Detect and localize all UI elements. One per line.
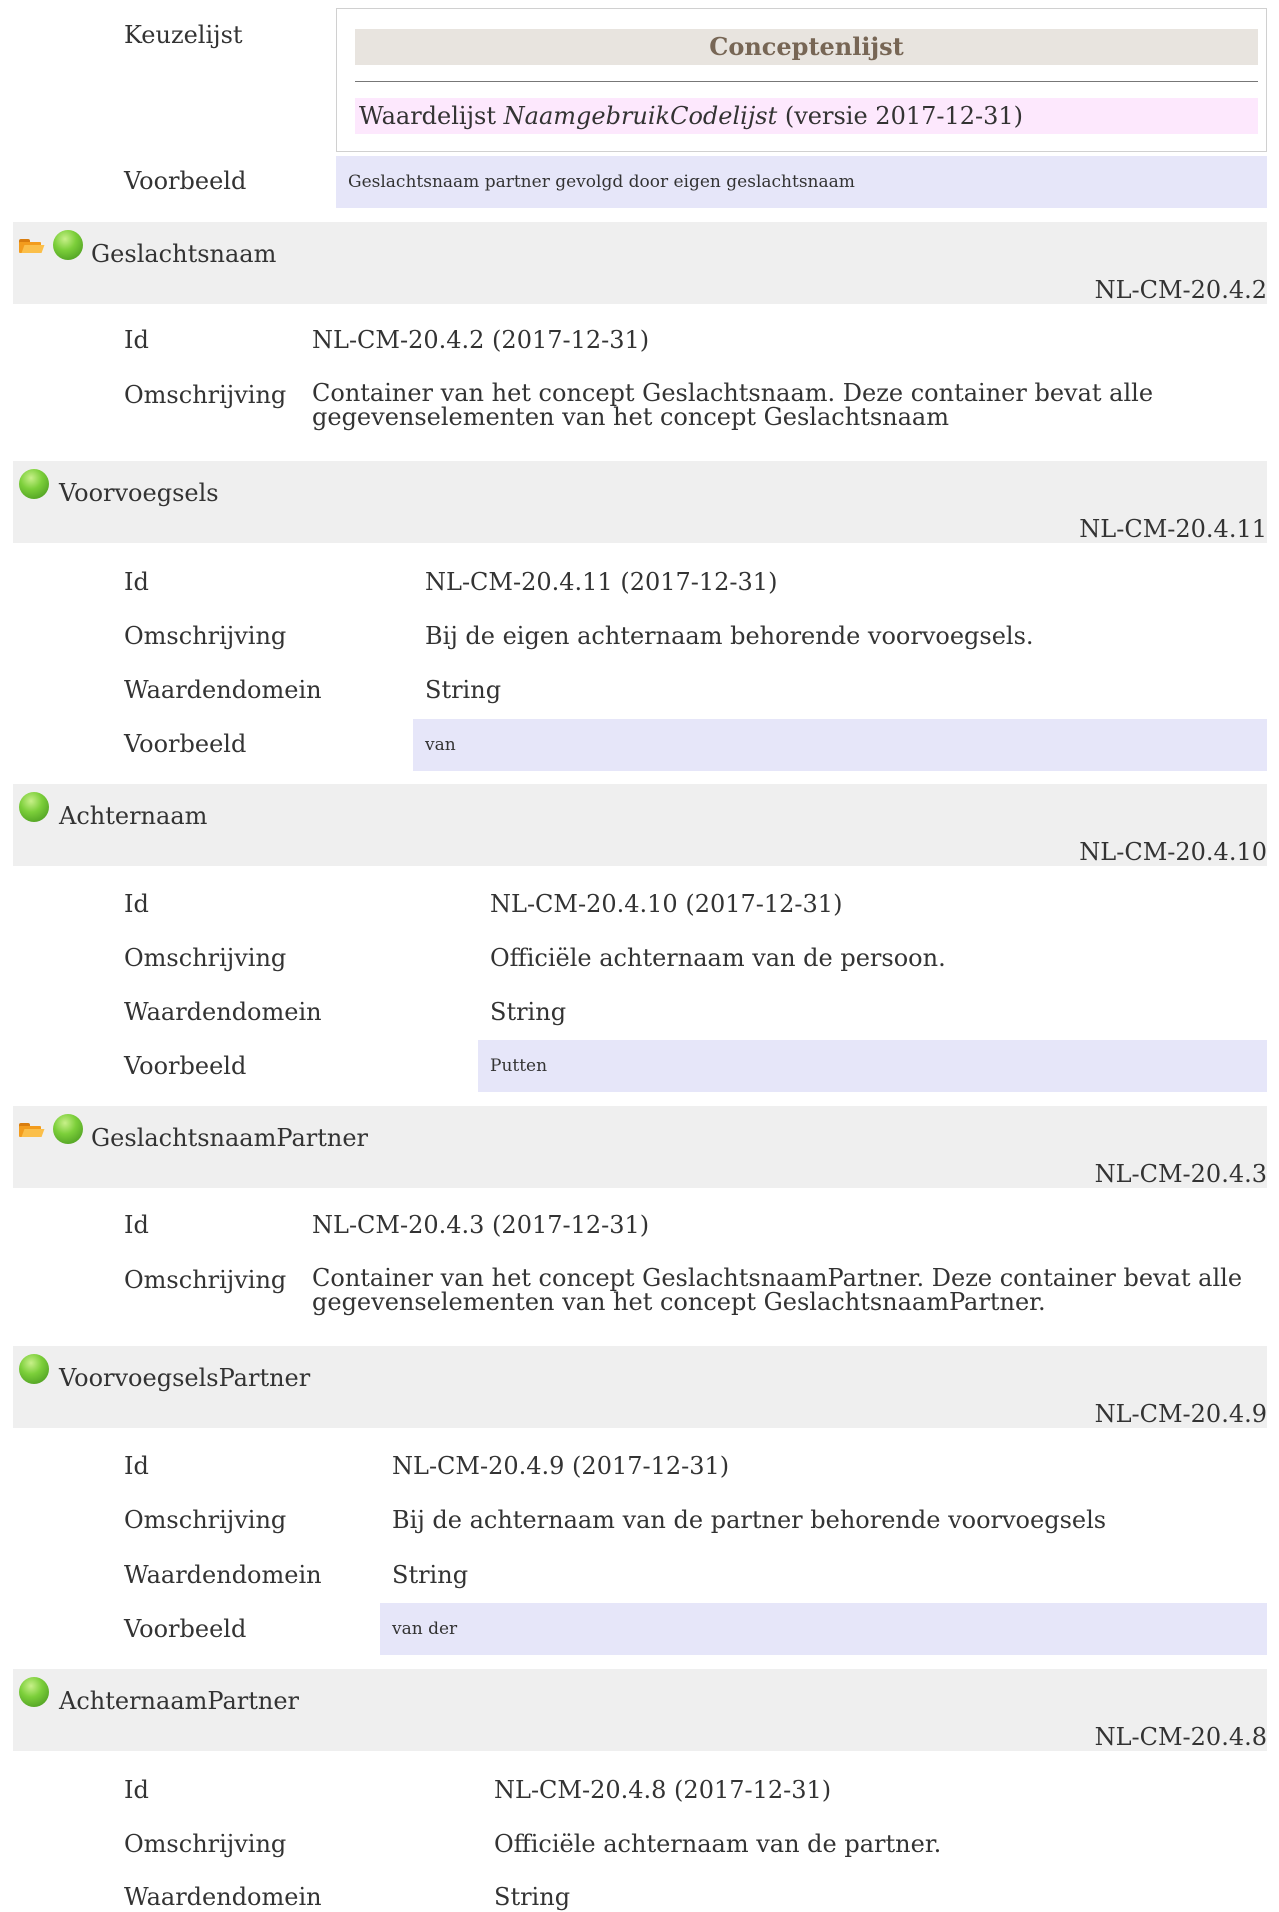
voorbeeld-label: Voorbeeld (124, 1615, 247, 1643)
omschrijving-value: Container van het concept Geslachtsnaam.… (312, 379, 1154, 431)
folder-open-icon[interactable] (19, 239, 45, 253)
green-ball-icon (53, 230, 83, 260)
waardendomein-value: String (490, 998, 567, 1026)
section-header-geslachtsnaam[interactable]: Geslachtsnaam NL-CM-20.4.2 (13, 222, 1267, 304)
omschrijving-label: Omschrijving (124, 1830, 287, 1858)
omschrijving-value: Container van het concept GeslachtsnaamP… (312, 1264, 1243, 1316)
section-title: VoorvoegselsPartner (59, 1364, 311, 1392)
section-title: Voorvoegsels (59, 479, 219, 507)
omschrijving-value: Officiële achternaam van de persoon. (490, 944, 946, 972)
id-label: Id (124, 890, 149, 918)
section-title: Geslachtsnaam (91, 240, 277, 268)
section-header-voorvoegselspartner[interactable]: VoorvoegselsPartner NL-CM-20.4.9 (13, 1346, 1267, 1428)
waardendomein-value: String (425, 676, 502, 704)
voorbeeld-value: van (413, 719, 1267, 771)
green-ball-icon (19, 792, 49, 822)
waardendomein-value: String (494, 1883, 571, 1911)
waardelijst-prefix: Waardelijst (359, 102, 496, 130)
id-label: Id (124, 1776, 149, 1804)
keuzelijst-label: Keuzelijst (124, 21, 243, 49)
id-label: Id (124, 568, 149, 596)
voorbeeld-value: van der (380, 1603, 1267, 1655)
voorbeeld-label: Voorbeeld (124, 167, 247, 195)
waardelijst-row[interactable]: Waardelijst NaamgebruikCodelijst (versie… (355, 98, 1258, 134)
voorbeeld-label: Voorbeeld (124, 730, 247, 758)
green-ball-icon (19, 1354, 49, 1384)
omschrijving-value: Bij de achternaam van de partner behoren… (392, 1506, 1107, 1534)
waardendomein-label: Waardendomein (124, 676, 322, 704)
divider (355, 81, 1258, 82)
id-value: NL-CM-20.4.11 (2017-12-31) (425, 568, 778, 596)
section-header-achternaampartner[interactable]: AchternaamPartner NL-CM-20.4.8 (13, 1669, 1267, 1751)
section-code: NL-CM-20.4.10 (1079, 838, 1267, 866)
section-header-voorvoegsels[interactable]: Voorvoegsels NL-CM-20.4.11 (13, 461, 1267, 543)
voorbeeld-value: Putten (478, 1040, 1267, 1092)
voorbeeld-value: Geslachtsnaam partner gevolgd door eigen… (336, 156, 1267, 208)
green-ball-icon (19, 1677, 49, 1707)
omschrijving-label: Omschrijving (124, 1266, 287, 1294)
section-title: AchternaamPartner (59, 1687, 300, 1715)
omschrijving-label: Omschrijving (124, 622, 287, 650)
section-code: NL-CM-20.4.9 (1094, 1400, 1267, 1428)
waardendomein-value: String (392, 1561, 469, 1589)
id-value: NL-CM-20.4.3 (2017-12-31) (312, 1211, 650, 1239)
green-ball-icon (53, 1114, 83, 1144)
section-code: NL-CM-20.4.3 (1094, 1160, 1267, 1188)
folder-open-icon[interactable] (19, 1123, 45, 1137)
voorbeeld-label: Voorbeeld (124, 1052, 247, 1080)
id-value: NL-CM-20.4.2 (2017-12-31) (312, 326, 650, 354)
conceptenlijst-box: Conceptenlijst Waardelijst NaamgebruikCo… (336, 8, 1267, 152)
omschrijving-label: Omschrijving (124, 1506, 287, 1534)
section-code: NL-CM-20.4.8 (1094, 1723, 1267, 1751)
waardelijst-version: (versie 2017-12-31) (784, 102, 1024, 130)
id-label: Id (124, 326, 149, 354)
section-code: NL-CM-20.4.11 (1079, 515, 1267, 543)
omschrijving-label: Omschrijving (124, 381, 287, 409)
omschrijving-label: Omschrijving (124, 944, 287, 972)
omschrijving-value: Officiële achternaam van de partner. (494, 1830, 942, 1858)
id-label: Id (124, 1211, 149, 1239)
id-value: NL-CM-20.4.10 (2017-12-31) (490, 890, 843, 918)
section-header-achternaam[interactable]: Achternaam NL-CM-20.4.10 (13, 784, 1267, 866)
waardendomein-label: Waardendomein (124, 998, 322, 1026)
id-value: NL-CM-20.4.9 (2017-12-31) (392, 1452, 730, 1480)
conceptenlijst-title: Conceptenlijst (355, 29, 1258, 65)
green-ball-icon (19, 469, 49, 499)
section-header-geslachtsnaampartner[interactable]: GeslachtsnaamPartner NL-CM-20.4.3 (13, 1106, 1267, 1188)
waardendomein-label: Waardendomein (124, 1561, 322, 1589)
omschrijving-value: Bij de eigen achternaam behorende voorvo… (425, 622, 1034, 650)
waardelijst-link[interactable]: NaamgebruikCodelijst (504, 102, 778, 130)
section-title: GeslachtsnaamPartner (91, 1124, 368, 1152)
id-value: NL-CM-20.4.8 (2017-12-31) (494, 1776, 832, 1804)
section-code: NL-CM-20.4.2 (1094, 276, 1267, 304)
section-title: Achternaam (59, 802, 208, 830)
id-label: Id (124, 1452, 149, 1480)
